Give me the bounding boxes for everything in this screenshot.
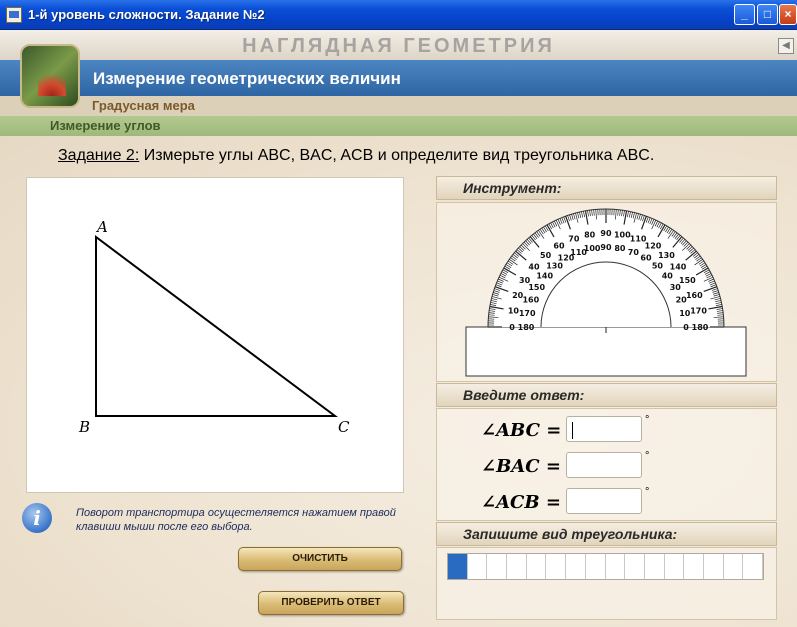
window-title: 1-й уровень сложности. Задание №2	[28, 7, 265, 22]
info-icon: i	[22, 503, 52, 533]
protractor-inner-label: 10	[679, 309, 691, 318]
protractor-outer-label: 180	[692, 323, 709, 332]
maximize-button[interactable]: □	[757, 4, 778, 25]
vertex-c-label: C	[338, 418, 350, 436]
check-answer-button[interactable]: ПРОВЕРИТЬ ОТВЕТ	[258, 591, 404, 615]
protractor-outer-label: 10	[508, 307, 520, 316]
angle-bac-label: ∠BAC =	[481, 456, 561, 477]
text-cursor	[572, 422, 573, 439]
vertex-b-label: B	[78, 418, 90, 436]
angle-abc-input[interactable]	[566, 416, 642, 442]
brand-title: НАГЛЯДНАЯ ГЕОМЕТРИЯ	[242, 35, 555, 57]
protractor-inner-label: 160	[522, 296, 539, 305]
protractor-inner-label: 170	[519, 309, 536, 318]
protractor-inner-label: 90	[600, 243, 612, 252]
letter-cell[interactable]	[625, 554, 645, 579]
close-button[interactable]: ×	[779, 4, 797, 25]
degree-symbol: °	[645, 486, 650, 498]
app-icon	[6, 7, 22, 23]
triangle-type-header: Запишите вид треугольника:	[436, 522, 777, 546]
instrument-header: Инструмент:	[436, 176, 777, 200]
protractor-outer-label: 100	[614, 230, 631, 239]
letter-cell[interactable]	[468, 554, 488, 579]
letter-cell[interactable]	[645, 554, 665, 579]
subsection-bar: Градусная мера	[0, 96, 797, 116]
protractor-inner-label: 60	[640, 254, 652, 263]
section-title: Измерение геометрических величин	[93, 69, 401, 88]
minimize-button[interactable]: _	[734, 4, 755, 25]
protractor-inner-label: 130	[546, 262, 563, 271]
fan-icon	[38, 68, 66, 96]
letter-cell[interactable]	[743, 554, 763, 579]
triangle-type-label: Запишите вид треугольника:	[463, 526, 678, 542]
protractor-outer-label: 70	[568, 235, 580, 244]
section-bar: Измерение геометрических величин	[0, 60, 797, 96]
protractor-base	[465, 326, 747, 377]
letter-cell[interactable]	[684, 554, 704, 579]
instrument-label: Инструмент:	[463, 180, 562, 196]
protractor-inner-label: 70	[628, 248, 640, 257]
protractor-outer-label: 140	[670, 263, 687, 272]
protractor-inner-label: 40	[662, 272, 674, 281]
protractor-inner-label: 140	[536, 272, 553, 281]
task-statement: Задание 2: Измерьте углы ABC, BAC, ACB и…	[58, 147, 654, 165]
angle-acb-label: ∠ACB =	[481, 492, 561, 513]
task-label: Задание 2:	[58, 147, 140, 164]
hint-text: Поворот транспортира осущестеляется нажа…	[76, 507, 396, 533]
letter-cell[interactable]	[665, 554, 685, 579]
clear-button[interactable]: ОЧИСТИТЬ	[238, 547, 402, 571]
triangle-type-field[interactable]	[447, 553, 764, 580]
window-title-bar[interactable]: 1-й уровень сложности. Задание №2 _ □ ×	[0, 0, 797, 30]
protractor-outer-label: 40	[528, 263, 540, 272]
protractor-outer-label: 90	[600, 229, 612, 238]
protractor-outer-label: 130	[658, 251, 675, 260]
protractor-outer-label: 160	[686, 291, 703, 300]
protractor-inner-label: 50	[652, 262, 664, 271]
letter-cell[interactable]	[586, 554, 606, 579]
protractor-inner-label: 80	[614, 244, 626, 253]
drawing-canvas[interactable]: A B C	[26, 177, 404, 493]
vertex-a-label: A	[95, 218, 108, 236]
protractor-outer-label: 170	[690, 307, 707, 316]
protractor-inner-label: 150	[528, 283, 545, 292]
protractor-inner-label: 0	[683, 323, 689, 332]
letter-cell[interactable]	[487, 554, 508, 579]
angle-abc-label: ∠ABC =	[481, 420, 562, 441]
letter-cell[interactable]	[448, 554, 468, 579]
brand-banner: НАГЛЯДНАЯ ГЕОМЕТРИЯ ◀	[0, 30, 797, 60]
letter-cell[interactable]	[566, 554, 586, 579]
letter-cell[interactable]	[507, 554, 527, 579]
letter-cell[interactable]	[704, 554, 724, 579]
back-arrow-icon[interactable]: ◀	[778, 38, 794, 54]
protractor-inner-label: 180	[518, 323, 535, 332]
topic-title: Измерение углов	[50, 118, 161, 133]
protractor-outer-label: 50	[540, 251, 552, 260]
answer-header: Введите ответ:	[436, 383, 777, 407]
answer-label: Введите ответ:	[463, 387, 585, 403]
protractor-tool[interactable]: 0 010 102020303040405050606070708080909010…	[462, 205, 750, 378]
protractor-outer-label: 0	[509, 323, 515, 332]
subsection-title: Градусная мера	[92, 98, 195, 113]
task-text: Измерьте углы ABC, BAC, ACB и определите…	[139, 147, 655, 164]
topic-bar: Измерение углов	[0, 116, 797, 136]
letter-cell[interactable]	[606, 554, 626, 579]
triangle-abc	[95, 235, 339, 417]
letter-cell[interactable]	[724, 554, 744, 579]
protractor-outer-label: 60	[553, 242, 565, 251]
degree-symbol: °	[645, 414, 650, 426]
protractor-outer-label: 120	[645, 242, 662, 251]
logo-icon	[20, 44, 80, 108]
angle-bac-input[interactable]	[566, 452, 642, 478]
angle-acb-input[interactable]	[566, 488, 642, 514]
triangle-figure: A B C	[78, 218, 350, 436]
degree-symbol: °	[645, 450, 650, 462]
letter-cell[interactable]	[546, 554, 567, 579]
protractor-outer-label: 150	[679, 276, 696, 285]
protractor-outer-label: 80	[584, 230, 596, 239]
letter-cell[interactable]	[527, 554, 547, 579]
